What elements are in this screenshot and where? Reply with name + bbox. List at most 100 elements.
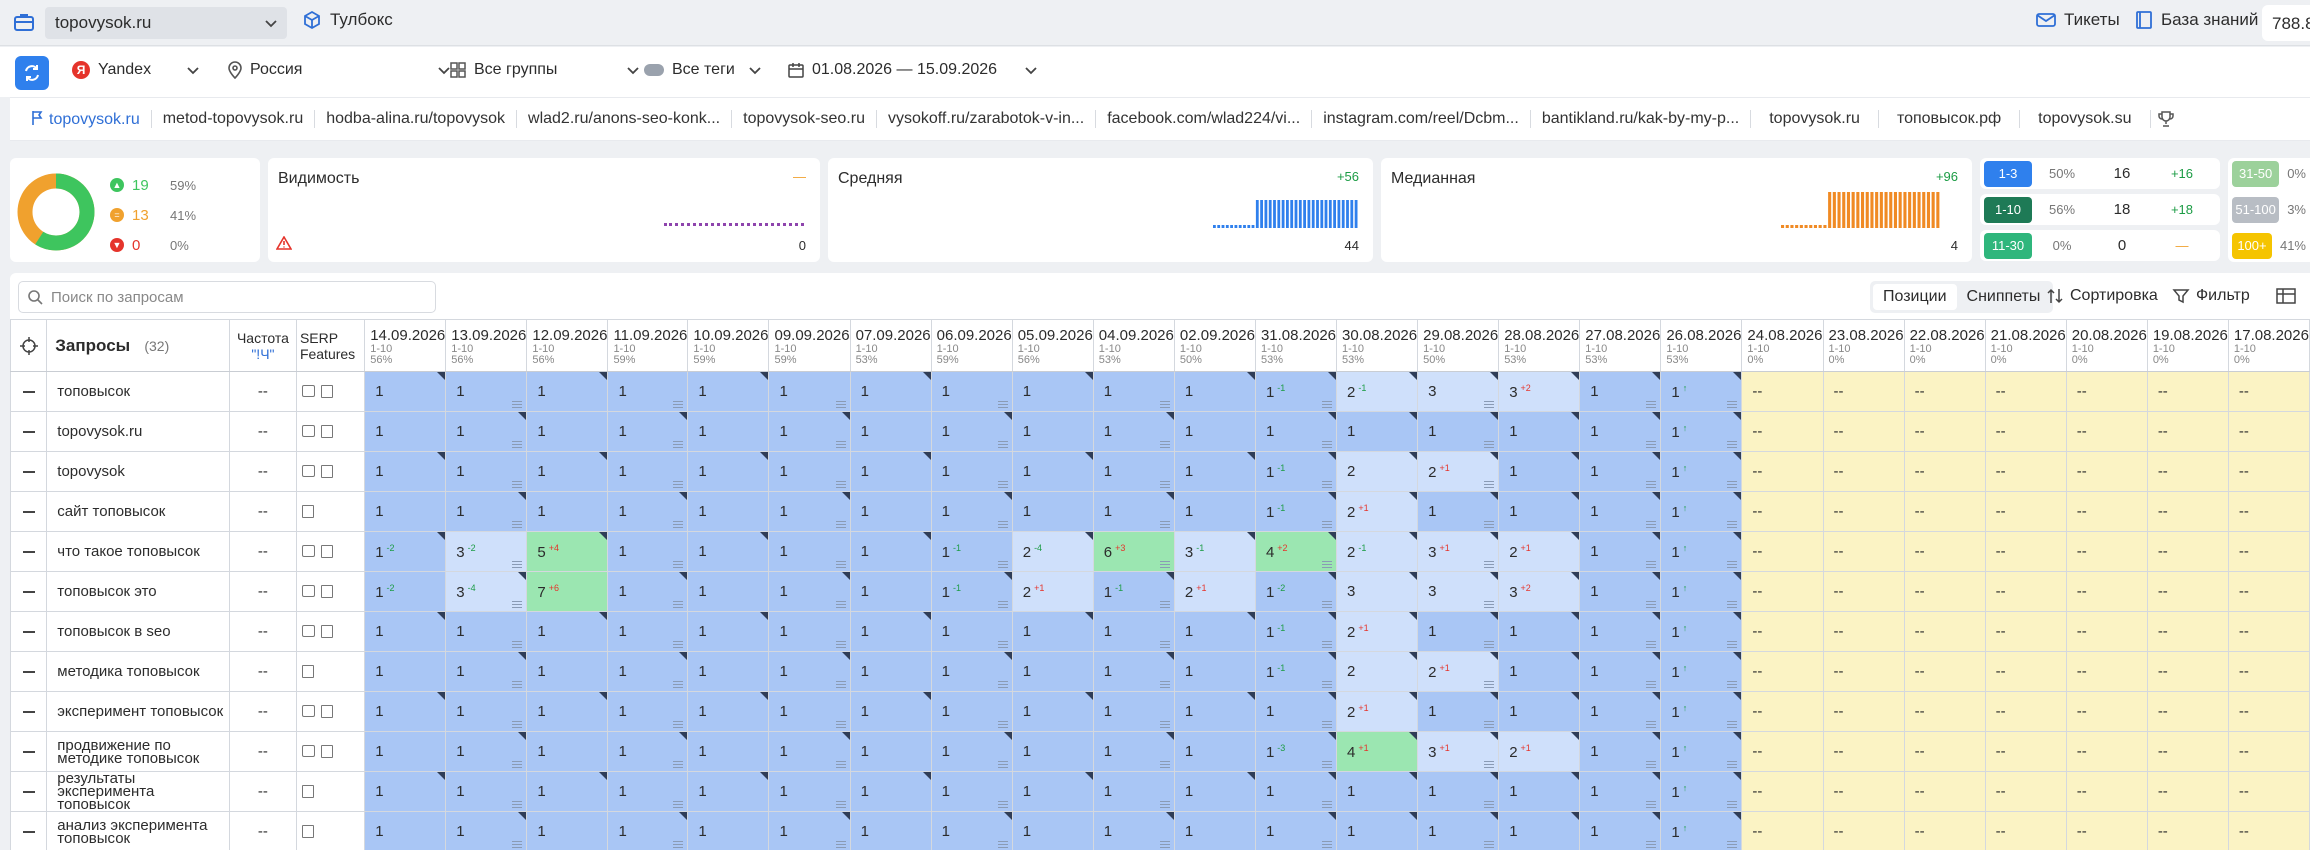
position-cell[interactable]: 1 bbox=[1579, 411, 1662, 452]
query-text[interactable]: результаты эксперимента топовысок bbox=[46, 771, 230, 812]
position-cell[interactable]: 1 bbox=[849, 811, 932, 850]
table-row[interactable]: анализ эксперимента топовысок -- 1 1 1 1 1 1 1 1 1… bbox=[9, 811, 2310, 850]
position-cell[interactable]: 1 bbox=[1011, 451, 1094, 492]
position-cell[interactable]: 1 bbox=[849, 371, 932, 412]
search-engine-select[interactable]: Я Yandex bbox=[72, 61, 201, 79]
position-cell[interactable]: -- bbox=[1741, 771, 1824, 812]
table-row[interactable]: сайт топовысок -- 1 1 1 1 1 1 1 1 1 1 1 1 -1 2 +1 1 1 1 1 ↑ --… bbox=[9, 491, 2310, 532]
region-select[interactable]: Россия bbox=[228, 61, 452, 79]
query-text[interactable]: сайт топовысок bbox=[46, 491, 230, 532]
position-cell[interactable]: 1 bbox=[364, 771, 447, 812]
position-cell[interactable]: 1 bbox=[768, 491, 851, 532]
table-row[interactable]: эксперимент топовысок -- 1 1 1 1 1 1 1 1 1 1 1 1 2 +1 1 1… bbox=[9, 691, 2310, 732]
position-cell[interactable]: 1 ↑ bbox=[1660, 811, 1743, 850]
position-cell[interactable]: -- bbox=[1903, 411, 1986, 452]
position-cell[interactable]: 1 bbox=[1498, 491, 1581, 532]
position-cell[interactable]: 1 bbox=[445, 771, 528, 812]
range-row[interactable]: 1-3 50% 16 +16 bbox=[1980, 158, 2220, 189]
position-cell[interactable]: 1 bbox=[1011, 651, 1094, 692]
frequency-header[interactable]: Частота "!Ч" bbox=[228, 319, 297, 372]
position-cell[interactable]: 3 bbox=[1417, 371, 1500, 412]
date-column-header[interactable]: 02.09.2026 1-10 50% bbox=[1173, 319, 1256, 372]
position-cell[interactable]: 1 -1 bbox=[1254, 371, 1338, 412]
position-cell[interactable]: -- bbox=[2227, 651, 2310, 692]
position-cell[interactable]: 1 bbox=[1092, 731, 1175, 772]
position-cell[interactable]: 1 ↑ bbox=[1660, 651, 1743, 692]
position-cell[interactable]: -- bbox=[1822, 691, 1905, 732]
position-cell[interactable]: 1 ↑ bbox=[1660, 531, 1743, 572]
position-cell[interactable]: -- bbox=[2146, 771, 2229, 812]
date-column-header[interactable]: 30.08.2026 1-10 53% bbox=[1336, 319, 1419, 372]
position-cell[interactable]: -- bbox=[1822, 531, 1905, 572]
query-text[interactable]: топовысок в seo bbox=[46, 611, 230, 652]
position-cell[interactable]: -- bbox=[2227, 771, 2310, 812]
position-cell[interactable]: 3 -4 bbox=[445, 571, 528, 612]
position-cell[interactable]: 3 -2 bbox=[445, 531, 528, 572]
position-cell[interactable]: 1 bbox=[607, 731, 689, 772]
position-cell[interactable]: 1 bbox=[1579, 491, 1662, 532]
position-cell[interactable]: 1 bbox=[607, 451, 689, 492]
date-column-header[interactable]: 14.09.2026 1-10 56% bbox=[364, 319, 447, 372]
date-column-header[interactable]: 26.08.2026 1-10 53% bbox=[1660, 319, 1743, 372]
position-cell[interactable]: 1 bbox=[1417, 771, 1500, 812]
position-cell[interactable]: 2 +1 bbox=[1336, 491, 1419, 532]
position-cell[interactable]: -- bbox=[1741, 491, 1824, 532]
row-collapse-cell[interactable] bbox=[9, 451, 48, 492]
position-cell[interactable]: 1 bbox=[526, 411, 609, 452]
position-cell[interactable]: -- bbox=[2146, 571, 2229, 612]
position-cell[interactable]: 4 +2 bbox=[1254, 531, 1338, 572]
date-column-header[interactable]: 10.09.2026 1-10 59% bbox=[687, 319, 770, 372]
position-cell[interactable]: 1 bbox=[768, 451, 851, 492]
url-tab[interactable]: facebook.com/wlad224/vi... bbox=[1096, 110, 1313, 128]
row-collapse-cell[interactable] bbox=[9, 411, 48, 452]
position-cell[interactable]: 2 bbox=[1336, 651, 1419, 692]
filter-button[interactable]: Фильтр bbox=[2172, 287, 2250, 305]
position-cell[interactable]: 1 bbox=[768, 531, 851, 572]
url-tab[interactable]: bantikland.ru/kak-by-my-p... bbox=[1531, 110, 1752, 128]
date-column-header[interactable]: 05.09.2026 1-10 56% bbox=[1011, 319, 1094, 372]
position-cell[interactable]: 1 bbox=[1498, 451, 1581, 492]
position-cell[interactable]: 1 bbox=[1173, 611, 1256, 652]
position-cell[interactable]: -- bbox=[2227, 371, 2310, 412]
position-cell[interactable]: -- bbox=[1903, 611, 1986, 652]
briefcase-icon[interactable] bbox=[14, 13, 34, 31]
date-column-header[interactable]: 17.08.2026 1-10 0% bbox=[2227, 319, 2310, 372]
position-cell[interactable]: 1 bbox=[364, 651, 447, 692]
position-cell[interactable]: -- bbox=[1984, 451, 2067, 492]
row-collapse-cell[interactable] bbox=[9, 651, 48, 692]
table-row[interactable]: topovysok -- 1 1 1 1 1 1 1 1 1 1 1 1 -1 2 2 +1 1 1 1 ↑ -- -- -- -… bbox=[9, 451, 2310, 492]
position-cell[interactable]: -- bbox=[2065, 691, 2148, 732]
position-cell[interactable]: -- bbox=[1984, 771, 2067, 812]
position-cell[interactable]: 1 bbox=[849, 491, 932, 532]
position-cell[interactable]: 1 bbox=[687, 571, 770, 612]
position-cell[interactable]: -- bbox=[1822, 491, 1905, 532]
position-cell[interactable]: -- bbox=[2227, 731, 2310, 772]
position-cell[interactable]: -- bbox=[2065, 571, 2148, 612]
position-cell[interactable]: -- bbox=[2227, 811, 2310, 850]
position-cell[interactable]: 7 +6 bbox=[526, 571, 609, 612]
position-cell[interactable]: -- bbox=[2065, 811, 2148, 850]
position-cell[interactable]: -- bbox=[1984, 531, 2067, 572]
position-cell[interactable]: 1 bbox=[1498, 811, 1581, 850]
position-cell[interactable]: 1 ↑ bbox=[1660, 691, 1743, 732]
position-cell[interactable]: 1 ↑ bbox=[1660, 611, 1743, 652]
date-column-header[interactable]: 20.08.2026 1-10 0% bbox=[2065, 319, 2148, 372]
position-cell[interactable]: -- bbox=[1984, 651, 2067, 692]
position-cell[interactable]: 1 bbox=[849, 611, 932, 652]
date-column-header[interactable]: 13.09.2026 1-10 56% bbox=[445, 319, 528, 372]
row-collapse-cell[interactable] bbox=[9, 611, 48, 652]
position-cell[interactable]: 1 bbox=[849, 531, 932, 572]
position-cell[interactable]: 1 bbox=[930, 411, 1013, 452]
date-column-header[interactable]: 24.08.2026 1-10 0% bbox=[1741, 319, 1824, 372]
table-row[interactable]: что такое топовысок -- 1 -2 3 -2 5 +4 1 1 1 1 1 -1 2 -4… bbox=[9, 531, 2310, 572]
position-cell[interactable]: 1 -2 bbox=[364, 531, 447, 572]
position-cell[interactable]: 1 bbox=[768, 371, 851, 412]
position-cell[interactable]: 2 +1 bbox=[1336, 611, 1419, 652]
toolbox-link[interactable]: Тулбокс bbox=[302, 10, 393, 30]
position-cell[interactable]: 1 ↑ bbox=[1660, 731, 1743, 772]
position-cell[interactable]: 1 -3 bbox=[1254, 731, 1338, 772]
position-cell[interactable]: 1 bbox=[687, 691, 770, 732]
date-column-header[interactable]: 12.09.2026 1-10 56% bbox=[526, 319, 609, 372]
date-column-header[interactable]: 31.08.2026 1-10 53% bbox=[1254, 319, 1338, 372]
position-cell[interactable]: -- bbox=[1903, 371, 1986, 412]
